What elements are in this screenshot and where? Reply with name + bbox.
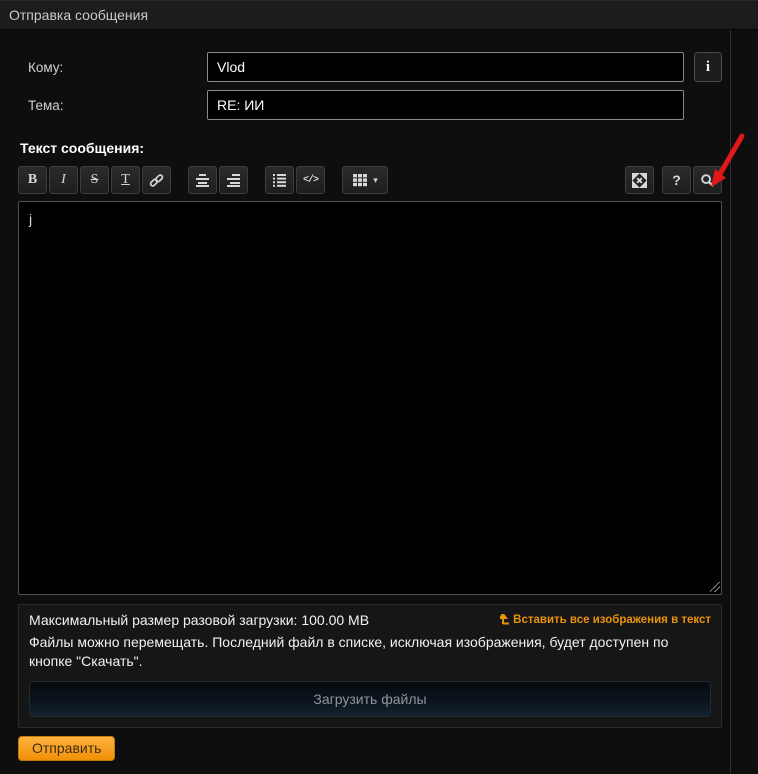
align-group (188, 166, 248, 194)
attachments-panel: Максимальный размер разовой загрузки: 10… (18, 604, 722, 728)
to-label: Кому: (28, 59, 64, 75)
link-button[interactable] (142, 166, 171, 194)
italic-button[interactable]: I (49, 166, 78, 194)
table-icon (352, 173, 368, 187)
code-button[interactable]: </> (296, 166, 325, 194)
upload-files-button[interactable]: Загрузить файлы (29, 680, 711, 717)
fullscreen-icon (632, 172, 647, 188)
bold-button[interactable]: B (18, 166, 47, 194)
help-search-group: ? (662, 166, 722, 194)
chevron-down-icon: ▾ (373, 174, 378, 185)
editor-area: j (18, 201, 722, 595)
table-group: ▾ (342, 166, 388, 194)
fullscreen-button[interactable] (625, 166, 654, 194)
upload-info-row: Максимальный размер разовой загрузки: 10… (29, 612, 711, 628)
list-button[interactable] (265, 166, 294, 194)
files-note-text: Файлы можно перемещать. Последний файл в… (29, 634, 669, 669)
help-button[interactable]: ? (662, 166, 691, 194)
max-upload-size-value: 100.00 MB (301, 612, 370, 628)
table-button[interactable]: ▾ (342, 166, 388, 194)
link-icon (149, 173, 164, 188)
to-input[interactable] (207, 52, 684, 82)
insert-to-text-icon (500, 614, 510, 625)
underline-button[interactable]: T (111, 166, 140, 194)
subject-row: Тема: (18, 90, 730, 120)
recipient-info-button[interactable]: i (694, 52, 722, 82)
insert-all-images-label: Вставить все изображения в текст (513, 613, 711, 626)
to-row: Кому: i (18, 52, 730, 82)
editor-toolbar: B I S T </> ▾ ? (18, 166, 722, 194)
max-upload-size-label: Максимальный размер разовой загрузки: (29, 612, 298, 628)
list-icon (272, 173, 287, 187)
align-right-button[interactable] (219, 166, 248, 194)
send-button[interactable]: Отправить (18, 735, 116, 761)
fullscreen-group (625, 166, 654, 194)
window-title: Отправка сообщения (0, 0, 758, 30)
message-text-label: Текст сообщения: (20, 140, 145, 156)
subject-input[interactable] (207, 90, 684, 120)
search-button[interactable] (693, 166, 722, 194)
strikethrough-button[interactable]: S (80, 166, 109, 194)
insert-all-images-link[interactable]: Вставить все изображения в текст (500, 614, 711, 626)
message-body-textarea[interactable]: j (18, 201, 722, 595)
format-group: B I S T (18, 166, 171, 194)
align-right-icon (226, 173, 241, 187)
align-center-icon (195, 173, 210, 187)
subject-label: Тема: (28, 97, 64, 113)
message-form: Кому: i Тема: Текст сообщения: B I S T (0, 30, 745, 774)
search-icon (700, 173, 715, 188)
align-center-button[interactable] (188, 166, 217, 194)
max-upload-size-text: Максимальный размер разовой загрузки: 10… (29, 612, 369, 628)
insert-group: </> (265, 166, 325, 194)
